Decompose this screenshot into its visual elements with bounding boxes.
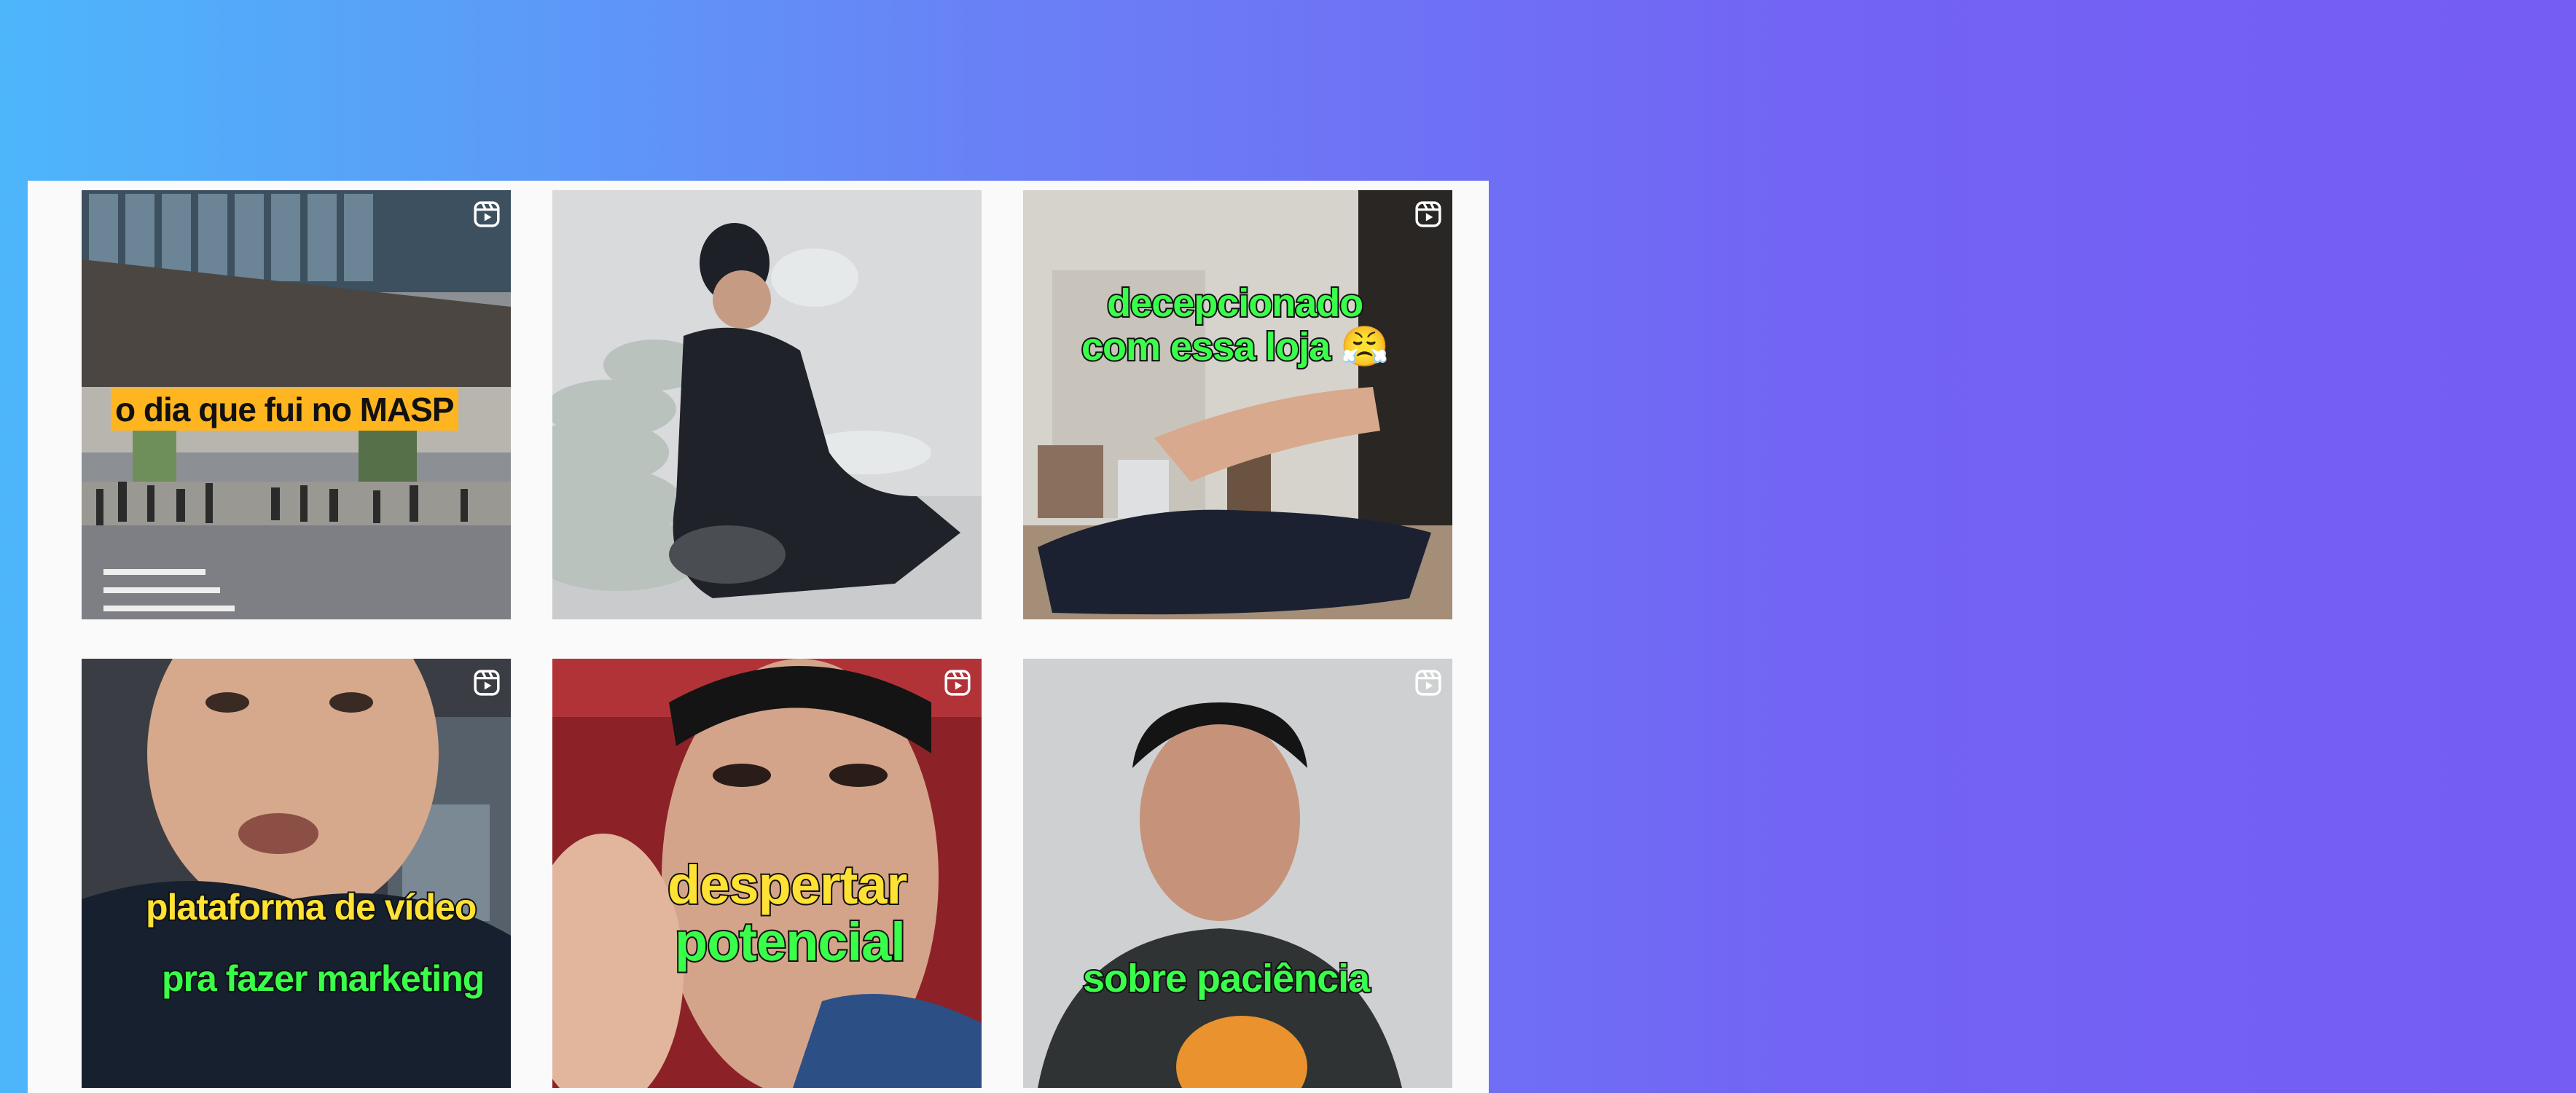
reels-icon [1415, 201, 1441, 227]
post-thumbnail [552, 190, 982, 619]
profile-grid-panel: o dia que fui no MASP decepcionado com e… [28, 181, 1489, 1093]
reels-icon [474, 201, 500, 227]
post-tile-pillows[interactable] [552, 190, 982, 619]
post-tile-masp[interactable]: o dia que fui no MASP [82, 190, 511, 619]
reels-icon [474, 670, 500, 696]
post-tile-paciencia[interactable]: sobre paciência [1023, 659, 1452, 1088]
post-thumbnail [1023, 659, 1452, 1088]
post-caption: sobre paciência [1081, 955, 1371, 1002]
post-tile-decepcionado[interactable]: decepcionado com essa loja 😤 [1023, 190, 1452, 619]
reels-icon [1415, 670, 1441, 696]
post-thumbnail [82, 659, 511, 1088]
post-caption: potencial [673, 912, 907, 972]
post-caption: pra fazer marketing [160, 957, 486, 1000]
reels-icon [944, 670, 971, 696]
post-tile-plataforma[interactable]: plataforma de vídeo pra fazer marketing [82, 659, 511, 1088]
post-caption: despertar [666, 855, 909, 915]
post-caption: o dia que fui no MASP [111, 388, 458, 431]
post-thumbnail [1023, 190, 1452, 619]
post-caption: plataforma de vídeo [144, 885, 478, 929]
post-caption: decepcionado com essa loja 😤 [1080, 280, 1390, 370]
post-tile-despertar[interactable]: despertar potencial [552, 659, 982, 1088]
